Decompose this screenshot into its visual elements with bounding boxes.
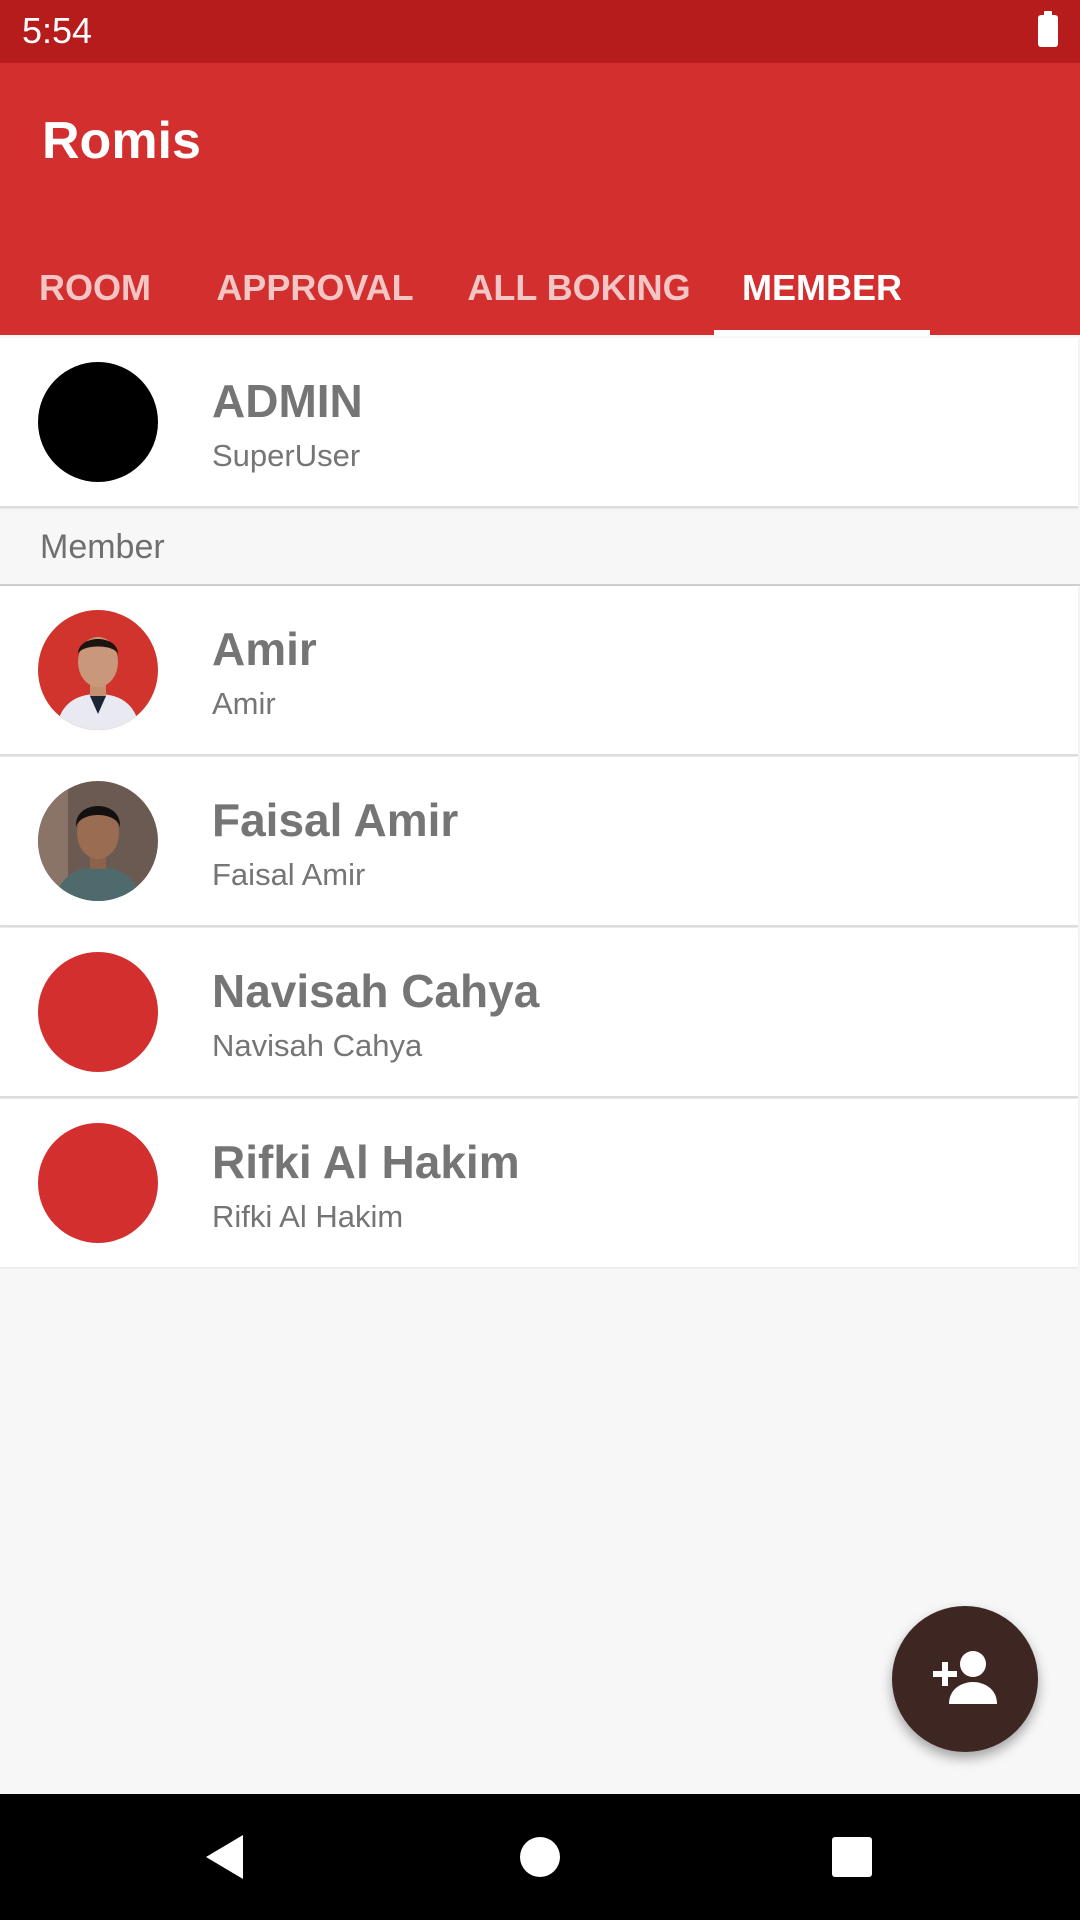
add-person-icon bbox=[933, 1651, 997, 1704]
home-icon[interactable] bbox=[518, 1832, 562, 1882]
back-icon[interactable] bbox=[203, 1832, 247, 1882]
member-subtitle: Rifki Al Hakim bbox=[212, 1199, 404, 1234]
list-item[interactable]: Navisah Cahya Navisah Cahya bbox=[0, 928, 1078, 1098]
admin-card[interactable]: ADMIN SuperUser bbox=[0, 338, 1078, 508]
member-subtitle: Navisah Cahya bbox=[212, 1028, 423, 1063]
battery-full-icon bbox=[1038, 11, 1058, 47]
avatar bbox=[38, 1123, 158, 1243]
member-name: Amir bbox=[212, 623, 317, 675]
tab-member[interactable]: MEMBER bbox=[714, 241, 930, 335]
tab-indicator bbox=[714, 330, 930, 336]
member-subtitle: Faisal Amir bbox=[212, 857, 366, 892]
list-item[interactable]: Amir Amir bbox=[0, 586, 1078, 756]
member-name: Rifki Al Hakim bbox=[212, 1136, 520, 1188]
app-bar: Romis ROOM APPROVAL ALL BOKING MEMBER bbox=[0, 63, 1080, 336]
member-name: ADMIN bbox=[212, 375, 363, 427]
list-item[interactable]: Rifki Al Hakim Rifki Al Hakim bbox=[0, 1099, 1078, 1267]
member-name: Navisah Cahya bbox=[212, 965, 540, 1017]
avatar bbox=[38, 952, 158, 1072]
member-name: Faisal Amir bbox=[212, 794, 459, 846]
tab-room[interactable]: ROOM bbox=[0, 241, 190, 335]
member-subtitle: Amir bbox=[212, 686, 276, 721]
recents-icon[interactable] bbox=[830, 1832, 874, 1882]
avatar bbox=[38, 781, 158, 901]
status-bar: 5:54 bbox=[0, 0, 1080, 63]
avatar bbox=[38, 362, 158, 482]
navigation-bar bbox=[0, 1794, 1080, 1920]
tab-bar: ROOM APPROVAL ALL BOKING MEMBER bbox=[0, 241, 1080, 335]
tab-approval[interactable]: APPROVAL bbox=[205, 241, 425, 335]
section-header: Member bbox=[40, 528, 165, 566]
member-role: SuperUser bbox=[212, 438, 361, 473]
avatar bbox=[38, 610, 158, 730]
app-title: Romis bbox=[42, 112, 201, 170]
tab-all-boking[interactable]: ALL BOKING bbox=[462, 241, 696, 335]
list-item[interactable]: Faisal Amir Faisal Amir bbox=[0, 757, 1078, 927]
status-time: 5:54 bbox=[22, 10, 93, 51]
add-member-button[interactable] bbox=[892, 1606, 1038, 1752]
